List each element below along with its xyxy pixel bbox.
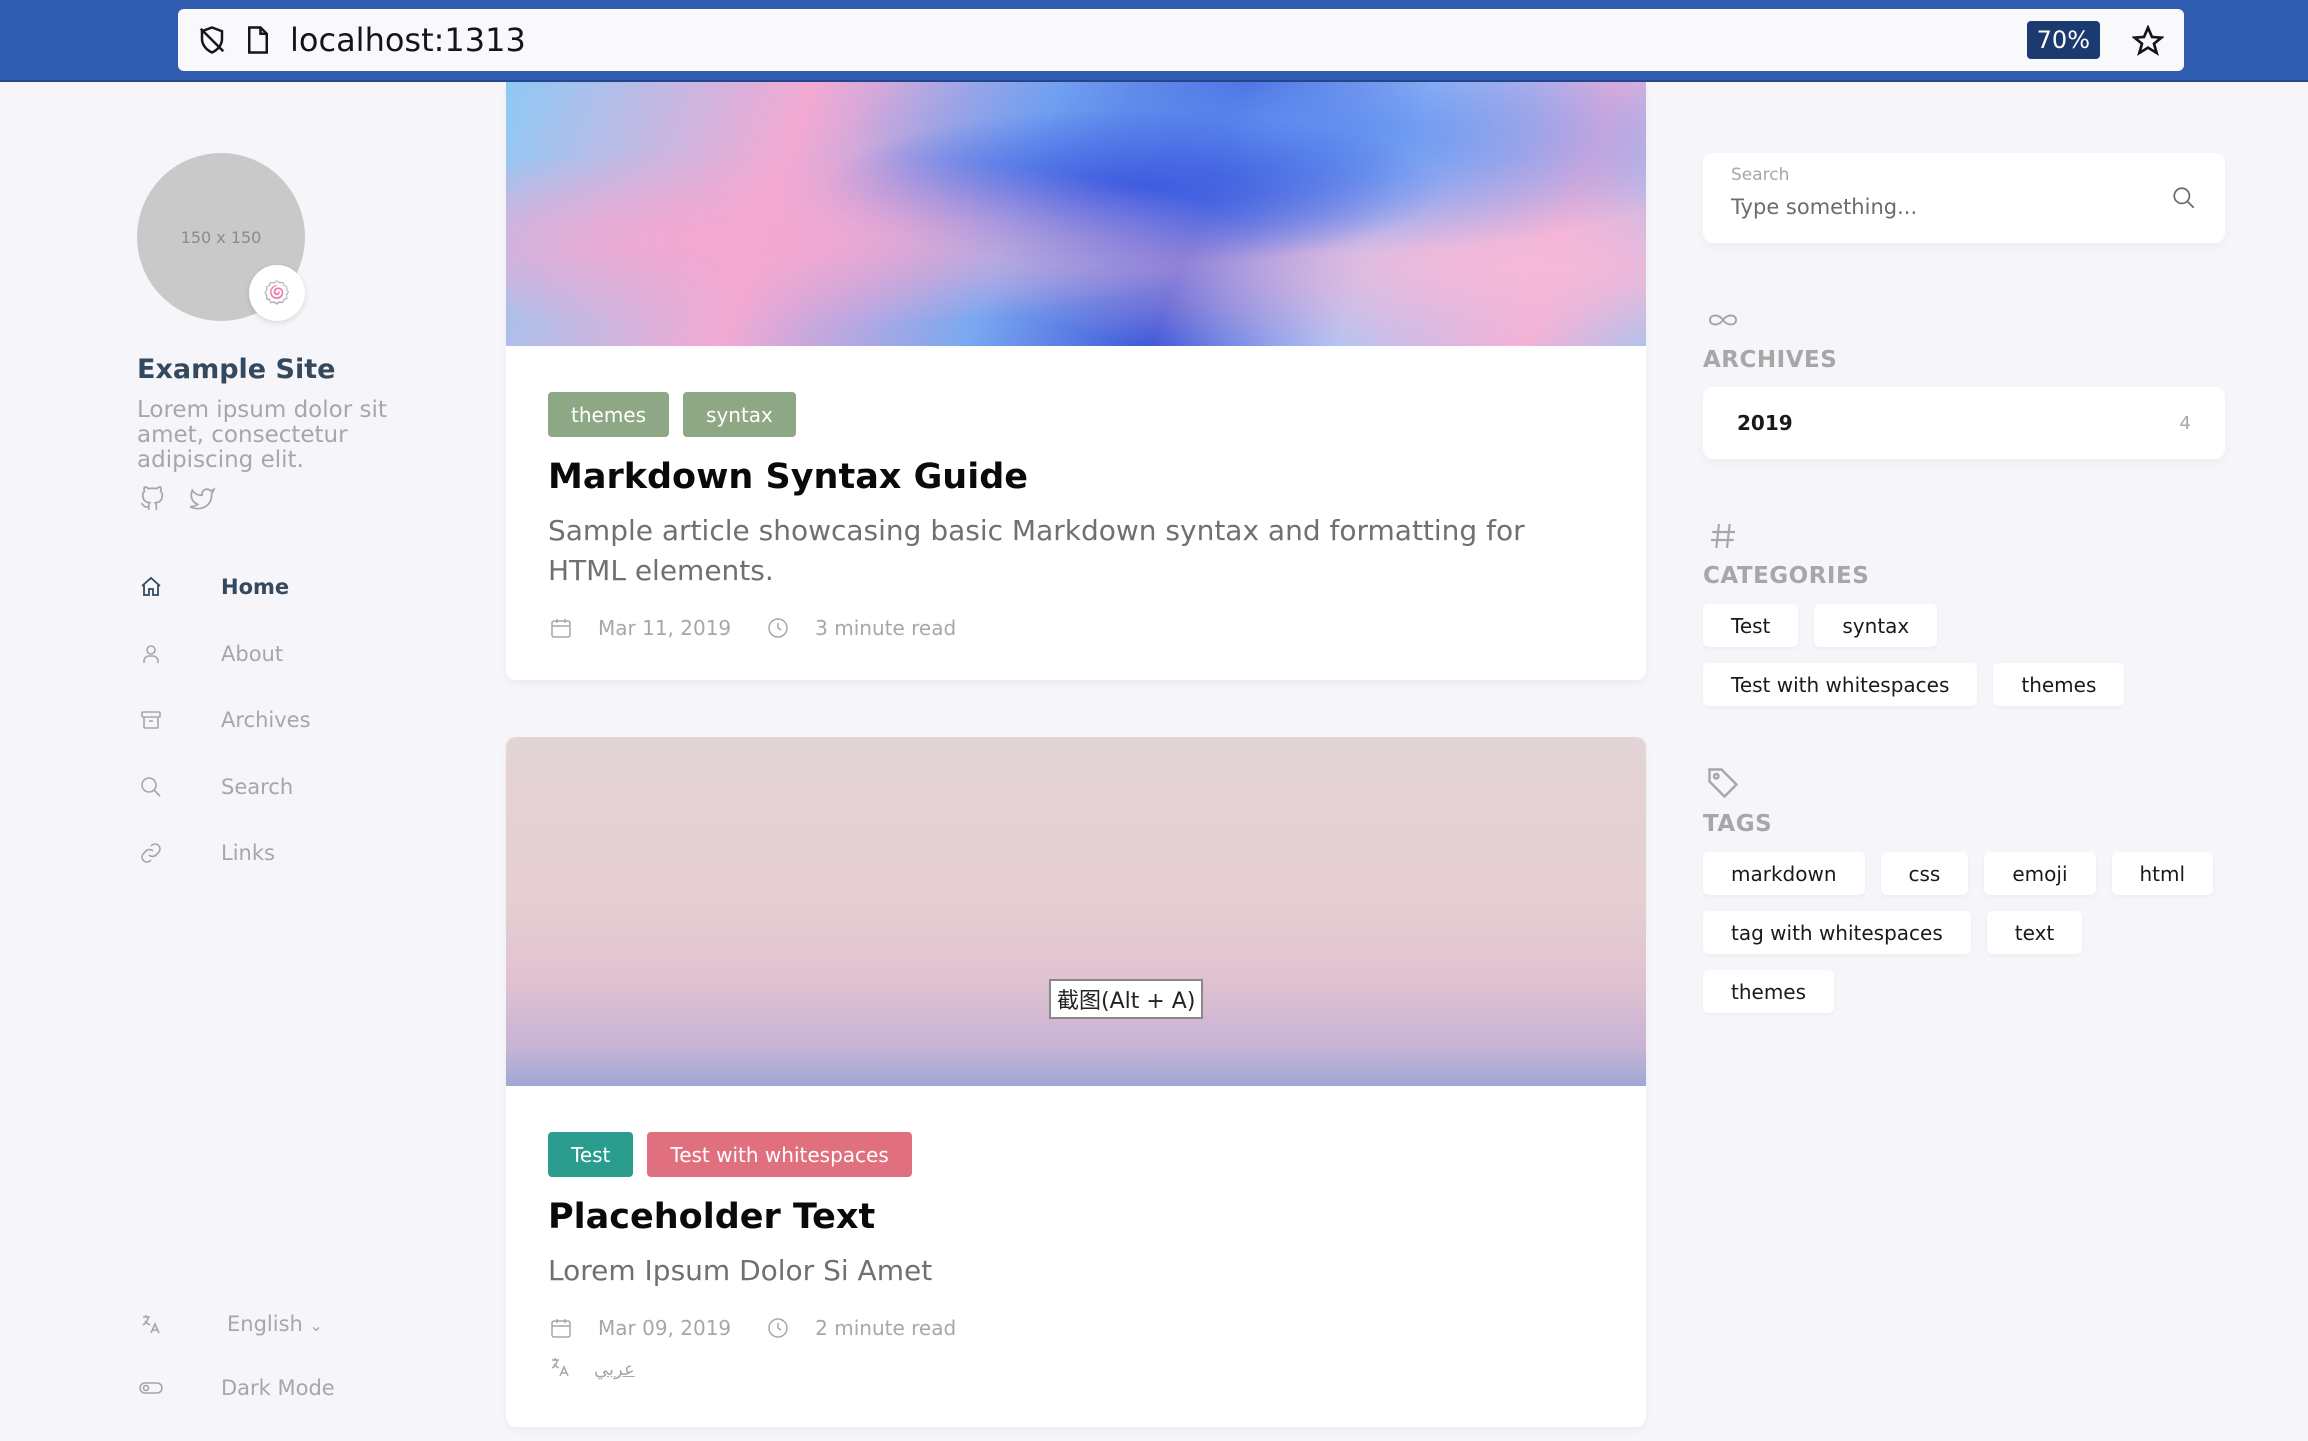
post-cover-image[interactable]: 截图(Alt + A)	[506, 737, 1646, 1086]
calendar-icon	[548, 1315, 574, 1341]
post-meta: Mar 11, 2019 3 minute read	[548, 615, 1604, 641]
bottom-menu: English ⌄ Dark Mode	[137, 1292, 335, 1420]
tag-chip[interactable]: themes	[1703, 970, 1835, 1013]
categories-list: Test syntax Test with whitespaces themes	[1703, 604, 2225, 706]
language-label: English	[227, 1312, 303, 1336]
language-select[interactable]: English ⌄	[227, 1312, 323, 1336]
search-label: Search	[1731, 165, 1790, 185]
avatar-placeholder-text: 150 x 150	[180, 227, 262, 247]
user-icon	[137, 640, 165, 668]
category-tag[interactable]: themes	[548, 392, 670, 437]
left-sidebar: 150 x 150 🍥 Example Site Lorem ipsum dol…	[0, 82, 480, 1441]
post-read-time: 2 minute read	[815, 1316, 957, 1340]
browser-toolbar: localhost:1313 70%	[0, 0, 2308, 82]
category-tag[interactable]: Test	[548, 1132, 634, 1177]
post-cover-image[interactable]	[506, 82, 1646, 346]
translate-icon	[548, 1355, 572, 1383]
tag-chip[interactable]: text	[1986, 911, 2083, 954]
archive-icon	[137, 706, 165, 734]
tag-chip[interactable]: html	[2111, 852, 2214, 895]
category-chip[interactable]: Test with whitespaces	[1703, 663, 1978, 706]
category-chip[interactable]: themes	[1993, 663, 2125, 706]
post-translations: عربي	[548, 1355, 1604, 1383]
post-date: Mar 09, 2019	[598, 1316, 732, 1340]
address-bar[interactable]: localhost:1313 70%	[178, 9, 2184, 71]
main-nav: Home About Archives Search Links	[137, 554, 311, 887]
archive-year-row[interactable]: 2019 4	[1703, 387, 2225, 459]
chevron-down-icon: ⌄	[309, 1316, 323, 1335]
tags-title: TAGS	[1703, 811, 1773, 837]
bookmark-star-icon[interactable]	[2128, 21, 2168, 61]
github-icon[interactable]	[137, 484, 167, 514]
search-icon[interactable]	[2169, 183, 2199, 213]
nav-label: Search	[221, 774, 294, 799]
screenshot-tooltip: 截图(Alt + A)	[1049, 979, 1204, 1019]
clock-icon	[765, 615, 791, 641]
site-name[interactable]: Example Site	[137, 354, 335, 385]
post-categories: Test Test with whitespaces	[548, 1132, 1604, 1177]
post-title[interactable]: Placeholder Text	[548, 1197, 1604, 1237]
nav-item-about[interactable]: About	[137, 621, 311, 688]
twitter-icon[interactable]	[187, 484, 217, 514]
home-icon	[137, 573, 165, 601]
dark-mode-toggle[interactable]: Dark Mode	[137, 1356, 335, 1420]
clock-icon	[765, 1315, 791, 1341]
post-card: 截图(Alt + A) Test Test with whitespaces P…	[506, 737, 1646, 1427]
calendar-icon	[548, 615, 574, 641]
nav-label: About	[221, 641, 284, 666]
toggle-icon	[137, 1374, 165, 1402]
post-categories: themes syntax	[548, 392, 1604, 437]
zoom-level-badge[interactable]: 70%	[2026, 21, 2100, 59]
post-date: Mar 11, 2019	[598, 616, 732, 640]
language-switcher[interactable]: English ⌄	[137, 1292, 335, 1356]
translation-link[interactable]: عربي	[594, 1359, 635, 1380]
category-tag[interactable]: syntax	[683, 392, 796, 437]
nav-item-search[interactable]: Search	[137, 754, 311, 821]
dark-mode-label: Dark Mode	[221, 1376, 335, 1400]
page-icon	[238, 20, 278, 60]
nav-label: Links	[221, 841, 275, 866]
tag-chip[interactable]: tag with whitespaces	[1703, 911, 1971, 954]
post-card: themes syntax Markdown Syntax Guide Samp…	[506, 82, 1646, 680]
translate-icon	[137, 1310, 165, 1338]
nav-item-links[interactable]: Links	[137, 820, 311, 887]
search-icon	[137, 773, 165, 801]
tracking-protection-icon[interactable]	[192, 20, 232, 60]
tag-icon	[1703, 763, 1743, 803]
search-widget: Search	[1703, 153, 2225, 243]
tag-chip[interactable]: css	[1880, 852, 1969, 895]
avatar-emoji-badge: 🍥	[249, 265, 305, 321]
archive-count: 4	[2179, 412, 2191, 434]
category-tag[interactable]: Test with whitespaces	[647, 1132, 912, 1177]
url-text[interactable]: localhost:1313	[290, 21, 526, 59]
site-description: Lorem ipsum dolor sit amet, consectetur …	[137, 397, 387, 473]
category-chip[interactable]: syntax	[1814, 604, 1938, 647]
categories-title: CATEGORIES	[1703, 563, 1870, 589]
post-subtitle: Sample article showcasing basic Markdown…	[548, 514, 1525, 587]
social-links	[137, 484, 217, 514]
post-read-time: 3 minute read	[815, 616, 957, 640]
tag-chip[interactable]: emoji	[1984, 852, 2096, 895]
nav-item-archives[interactable]: Archives	[137, 687, 311, 754]
emoji-icon: 🍥	[263, 280, 291, 306]
post-subtitle: Lorem Ipsum Dolor Si Amet	[548, 1254, 933, 1287]
post-title[interactable]: Markdown Syntax Guide	[548, 457, 1604, 497]
nav-item-home[interactable]: Home	[137, 554, 311, 621]
archive-year: 2019	[1737, 411, 1793, 435]
nav-label: Archives	[221, 708, 311, 733]
tags-list: markdown css emoji html tag with whitesp…	[1703, 852, 2225, 1013]
hash-icon	[1703, 516, 1743, 556]
category-chip[interactable]: Test	[1703, 604, 1799, 647]
tag-chip[interactable]: markdown	[1703, 852, 1865, 895]
search-input[interactable]	[1731, 195, 2151, 219]
post-meta: Mar 09, 2019 2 minute read	[548, 1315, 1604, 1341]
archives-title: ARCHIVES	[1703, 347, 1838, 373]
nav-label: Home	[221, 575, 290, 600]
link-icon	[137, 839, 165, 867]
infinity-icon	[1703, 300, 1743, 340]
